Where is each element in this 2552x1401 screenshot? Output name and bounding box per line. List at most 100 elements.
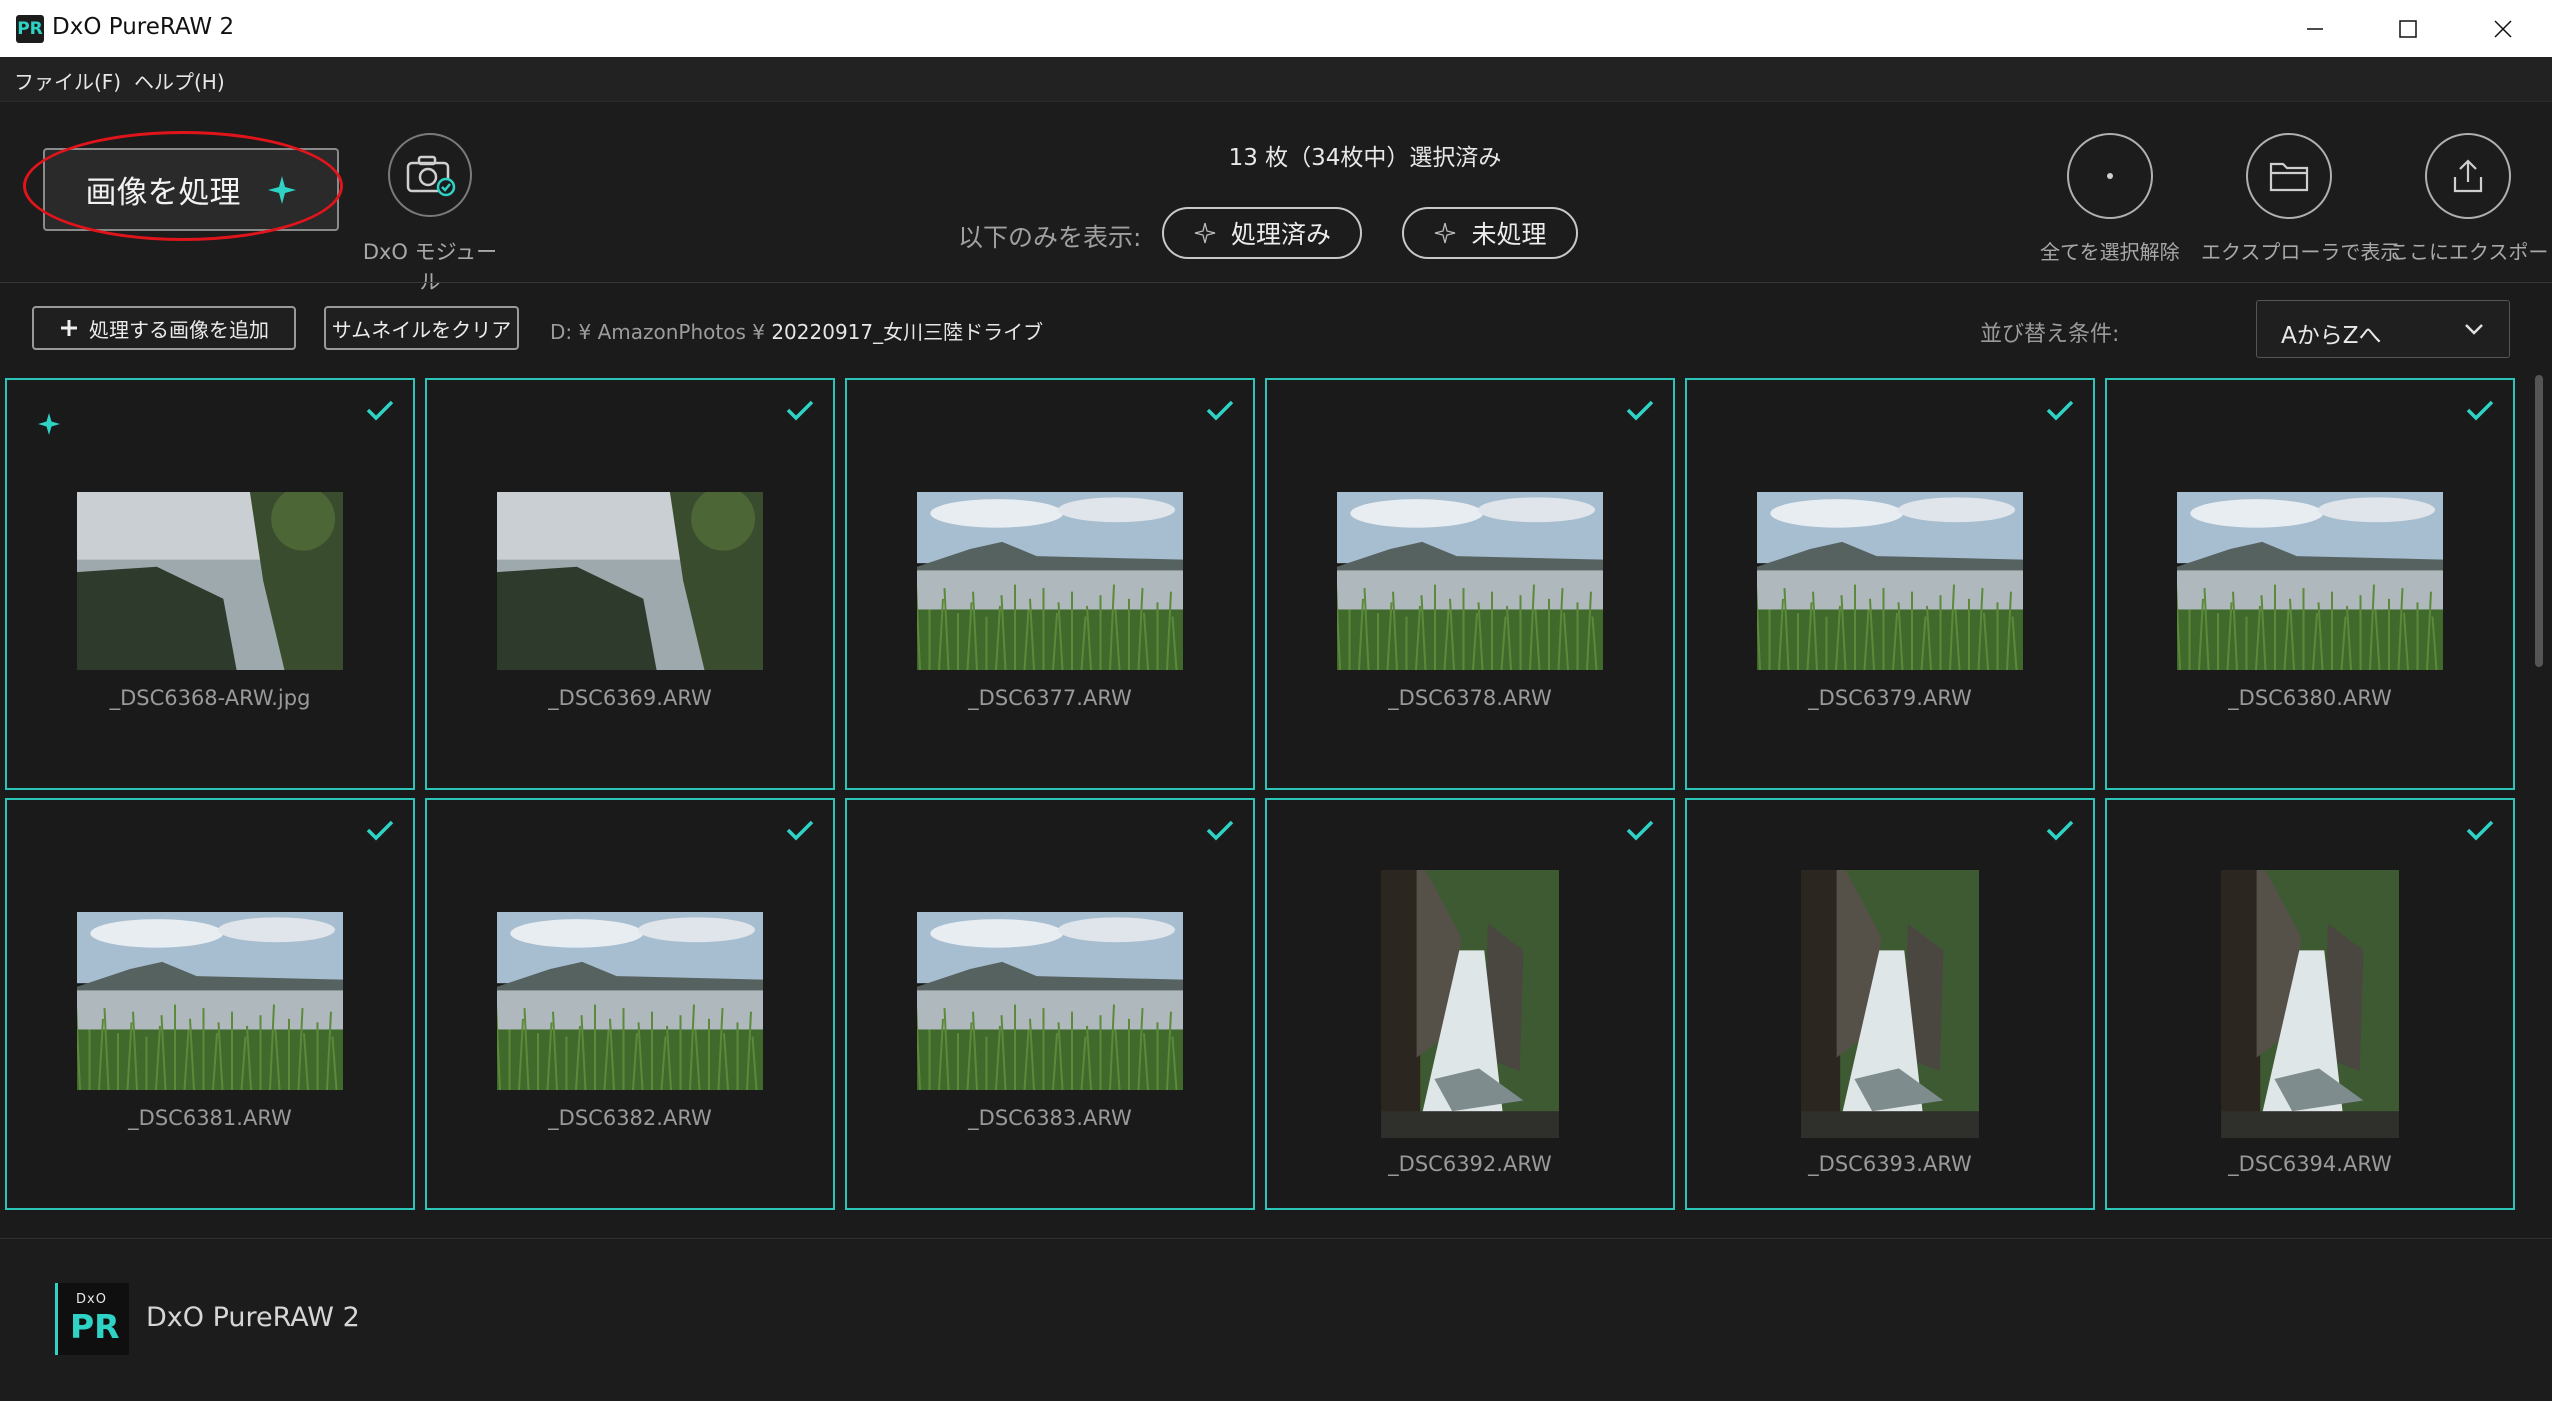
thumbnail-tile[interactable]: _DSC6379.ARW (1685, 378, 2095, 790)
process-images-button[interactable]: 画像を処理 (43, 148, 339, 231)
minimize-button[interactable] (2270, 6, 2360, 52)
toolbar-divider (0, 282, 2552, 283)
thumbnail-filename: _DSC6393.ARW (1808, 1152, 1972, 1176)
thumbnail-tile[interactable]: _DSC6378.ARW (1265, 378, 1675, 790)
sparkle-outline-icon (1435, 222, 1456, 244)
thumbnail-filename: _DSC6392.ARW (1388, 1152, 1552, 1176)
thumbnail-tile[interactable]: _DSC6393.ARW (1685, 798, 2095, 1210)
thumbnail-filename: _DSC6369.ARW (548, 686, 712, 710)
title-bar: PR DxO PureRAW 2 (0, 0, 2552, 57)
thumbnail-image (2177, 492, 2443, 670)
check-icon[interactable] (1625, 818, 1655, 842)
filter-processed-label: 処理済み (1230, 220, 1331, 249)
deselect-all-label: 全てを選択解除 (2040, 240, 2180, 264)
thumbnail-tile[interactable]: _DSC6381.ARW (5, 798, 415, 1210)
thumbnail-tile[interactable]: _DSC6383.ARW (845, 798, 1255, 1210)
selection-count: 13 枚（34枚中）選択済み (1228, 145, 1502, 171)
show-in-explorer-label: エクスプローラで表示 (2201, 240, 2401, 264)
sparkle-outline-icon (1194, 222, 1216, 244)
thumbnail-filename: _DSC6383.ARW (968, 1106, 1132, 1130)
thumbnail-filename: _DSC6378.ARW (1388, 686, 1552, 710)
check-icon[interactable] (365, 398, 395, 422)
close-button[interactable] (2458, 6, 2548, 52)
thumbnail-image (1337, 492, 1603, 670)
show-only-label: 以下のみを表示: (958, 223, 1142, 252)
thumbnail-filename: _DSC6382.ARW (548, 1106, 712, 1130)
footer (0, 1239, 2552, 1401)
filter-unprocessed-button[interactable]: 未処理 (1402, 207, 1578, 259)
thumbnail-filename: _DSC6394.ARW (2228, 1152, 2392, 1176)
logo-dxo-text: DxO (76, 1292, 107, 1307)
logo-pr-text: PR (70, 1307, 120, 1346)
menu-help[interactable]: ヘルプ(H) (134, 66, 225, 95)
check-icon[interactable] (1205, 818, 1235, 842)
add-images-label: 処理する画像を追加 (89, 317, 269, 342)
thumbnail-image (917, 912, 1183, 1090)
thumbnail-tile[interactable]: _DSC6377.ARW (845, 378, 1255, 790)
dxo-module-label: DxO モジュール (362, 240, 498, 294)
process-images-label: 画像を処理 (85, 175, 241, 211)
thumbnail-filename: _DSC6368-ARW.jpg (109, 686, 311, 710)
minimize-icon (2307, 28, 2323, 30)
sort-dropdown[interactable]: AからZへ (2256, 300, 2510, 358)
thumbnail-tile[interactable]: _DSC6369.ARW (425, 378, 835, 790)
thumbnail-image (77, 492, 343, 670)
thumbnail-grid: _DSC6368-ARW.jpg _DSC6369.ARW _DSC6377.ARW… (0, 370, 2536, 1210)
grid-scrollbar[interactable] (2535, 375, 2543, 667)
thumbnail-tile[interactable]: _DSC6392.ARW (1265, 798, 1675, 1210)
add-images-button[interactable]: 処理する画像を追加 (32, 306, 296, 350)
menu-bar: ファイル(F) ヘルプ(H) (0, 57, 2552, 103)
thumbnail-image (2221, 870, 2399, 1138)
path-folder: 20220917_女川三陸ドライブ (771, 320, 1044, 344)
check-icon[interactable] (2465, 398, 2495, 422)
app-icon: PR (16, 15, 44, 43)
plus-icon (61, 320, 77, 336)
show-in-explorer-button[interactable] (2246, 133, 2332, 219)
thumbnail-filename: _DSC6381.ARW (128, 1106, 292, 1130)
check-icon[interactable] (2045, 398, 2075, 422)
check-icon[interactable] (2045, 818, 2075, 842)
check-icon[interactable] (785, 818, 815, 842)
thumbnail-image (1757, 492, 2023, 670)
app-logo: DxO PR (55, 1283, 129, 1355)
thumbnail-image (497, 912, 763, 1090)
close-icon (2494, 20, 2512, 38)
check-icon[interactable] (365, 818, 395, 842)
menu-file[interactable]: ファイル(F) (14, 66, 121, 95)
thumbnail-tile[interactable]: _DSC6382.ARW (425, 798, 835, 1210)
thumbnail-image (1381, 870, 1559, 1138)
check-icon[interactable] (1205, 398, 1235, 422)
thumbnail-image (77, 912, 343, 1090)
upload-icon (2453, 159, 2483, 193)
product-name: DxO PureRAW 2 (146, 1302, 360, 1333)
filter-unprocessed-label: 未処理 (1471, 220, 1547, 249)
chevron-down-icon (2465, 324, 2483, 335)
thumbnail-image (917, 492, 1183, 670)
maximize-icon (2399, 20, 2417, 38)
thumbnail-filename: _DSC6379.ARW (1808, 686, 1972, 710)
path-prefix: D: ¥ AmazonPhotos ¥ (550, 320, 772, 344)
thumbnail-filename: _DSC6380.ARW (2228, 686, 2392, 710)
sort-label: 並び替え条件: (1980, 322, 2120, 347)
export-here-button[interactable] (2425, 133, 2511, 219)
thumbnail-tile[interactable]: _DSC6394.ARW (2105, 798, 2515, 1210)
thumbnail-image (1801, 870, 1979, 1138)
dot-circle-icon (2107, 173, 2113, 179)
folder-icon (2269, 162, 2309, 192)
sort-value: AからZへ (2281, 323, 2382, 349)
maximize-button[interactable] (2363, 6, 2453, 52)
thumbnail-tile[interactable]: _DSC6368-ARW.jpg (5, 378, 415, 790)
thumbnail-image (497, 492, 763, 670)
export-here-label: ここにエクスポート... (2389, 240, 2552, 264)
check-icon[interactable] (2465, 818, 2495, 842)
dxo-module-button[interactable] (388, 133, 472, 217)
thumbnail-filename: _DSC6377.ARW (968, 686, 1132, 710)
deselect-all-button[interactable] (2067, 133, 2153, 219)
clear-thumbnails-button[interactable]: サムネイルをクリア (324, 306, 519, 350)
filter-processed-button[interactable]: 処理済み (1162, 207, 1362, 259)
sparkle-icon (267, 175, 296, 204)
check-icon[interactable] (785, 398, 815, 422)
check-icon[interactable] (1625, 398, 1655, 422)
processed-sparkle-icon (38, 413, 60, 435)
thumbnail-tile[interactable]: _DSC6380.ARW (2105, 378, 2515, 790)
